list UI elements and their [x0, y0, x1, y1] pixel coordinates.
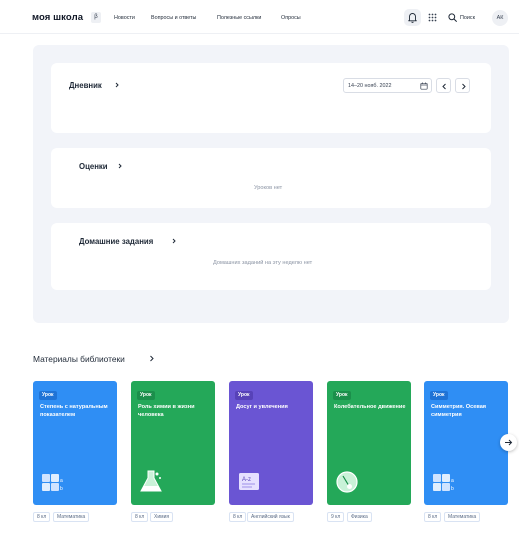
grade-tag: 8 кл: [33, 512, 51, 522]
grades-card: [51, 148, 491, 208]
library-card-title: Роль химии в жизни человека: [138, 404, 195, 418]
chevron-left-icon: [442, 83, 446, 90]
library-title[interactable]: Материалы библиотеки: [33, 354, 125, 364]
math-blocks-icon: a b: [433, 474, 454, 492]
search-icon[interactable]: [448, 13, 457, 22]
subject-tag: Физика: [347, 512, 372, 522]
notifications-button[interactable]: [404, 9, 421, 26]
bell-icon: [408, 13, 417, 23]
diary-card: [51, 63, 491, 133]
grade-tag: 8 кл: [424, 512, 442, 522]
carousel-next-button[interactable]: [500, 434, 517, 451]
lesson-badge: Урок: [39, 391, 57, 400]
library-card-0[interactable]: Урок Степень с натуральным показателем a…: [33, 381, 117, 505]
chemistry-flask-icon: [140, 470, 162, 492]
date-range-picker[interactable]: 14–20 нояб. 2022: [343, 78, 432, 93]
user-avatar[interactable]: АК: [492, 10, 508, 26]
language-book-icon: A-z: [239, 473, 259, 490]
diary-title[interactable]: Дневник: [69, 81, 102, 90]
math-blocks-icon: a b: [42, 474, 63, 492]
library-card-2[interactable]: Урок Досуг и увлечения A-z: [229, 381, 313, 505]
grades-empty-message: Уроков нет: [254, 185, 283, 191]
grade-tag: 9 кл: [327, 512, 345, 522]
svg-text:A-z: A-z: [242, 477, 251, 483]
logo[interactable]: моя школа: [32, 12, 83, 23]
homework-title[interactable]: Домашние задания: [79, 237, 153, 246]
nav-useful-links[interactable]: Полезные ссылки: [217, 15, 261, 21]
search-button[interactable]: Поиск: [460, 15, 475, 21]
svg-text:b: b: [451, 486, 454, 492]
chevron-right-icon[interactable]: [114, 82, 120, 88]
nav-faq[interactable]: Вопросы и ответы: [151, 15, 196, 21]
homework-card: [51, 223, 491, 290]
grade-tag: 8 кл: [131, 512, 149, 522]
library-card-title: Степень с натуральным показателем: [40, 404, 108, 418]
grade-tag: 8 кл: [229, 512, 247, 522]
prev-week-button[interactable]: [436, 78, 451, 93]
date-range-value: 14–20 нояб. 2022: [348, 82, 392, 89]
homework-empty-message: Домашних заданий на эту неделю нет: [213, 260, 313, 266]
svg-text:a: a: [451, 478, 454, 484]
lesson-badge: Урок: [430, 391, 448, 400]
physics-pendulum-icon: [336, 471, 358, 493]
nav-news[interactable]: Новости: [114, 15, 135, 21]
apps-grid-icon: [428, 13, 437, 22]
subject-tag: Математика: [53, 512, 90, 522]
beta-badge: β: [91, 12, 101, 23]
subject-tag: Химия: [150, 512, 174, 522]
nav-polls[interactable]: Опросы: [281, 15, 301, 21]
svg-text:a: a: [60, 478, 63, 484]
library-card-1[interactable]: Урок Роль химии в жизни человека: [131, 381, 215, 505]
subject-tag: Математика: [444, 512, 481, 522]
grades-title[interactable]: Оценки: [79, 162, 108, 171]
subject-tag: Английский язык: [247, 512, 294, 522]
chevron-right-icon[interactable]: [148, 355, 155, 362]
chevron-right-icon[interactable]: [171, 238, 177, 244]
library-card-3[interactable]: Урок Колебательное движение: [327, 381, 411, 505]
library-card-4[interactable]: Урок Симметрия. Осевая симметрия a b: [424, 381, 508, 505]
calendar-icon: [420, 82, 428, 90]
arrow-right-icon: [505, 439, 513, 446]
lesson-badge: Урок: [333, 391, 351, 400]
lesson-badge: Урок: [137, 391, 155, 400]
next-week-button[interactable]: [455, 78, 470, 93]
chevron-right-icon[interactable]: [117, 163, 123, 169]
lesson-badge: Урок: [235, 391, 253, 400]
svg-text:b: b: [60, 486, 63, 492]
chevron-right-icon: [462, 83, 466, 90]
top-header: моя школа β Новости Вопросы и ответы Пол…: [0, 0, 519, 34]
library-card-title: Колебательное движение: [334, 404, 406, 410]
apps-menu-button[interactable]: [424, 9, 441, 26]
library-card-title: Досуг и увлечения: [236, 404, 288, 410]
library-card-title: Симметрия. Осевая симметрия: [431, 404, 487, 418]
